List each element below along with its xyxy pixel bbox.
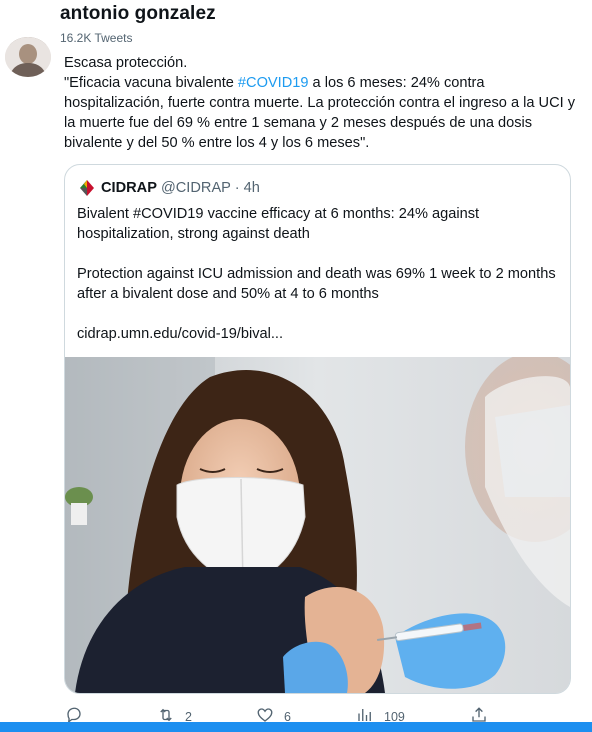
tweet-quote-start: "Eficacia vacuna bivalente: [64, 75, 238, 91]
quoted-tweet-body: Bivalent #COVID19 vaccine efficacy at 6 …: [77, 204, 557, 344]
profile-name[interactable]: antonio gonzalez: [60, 3, 216, 25]
tweet-quote: "Eficacia vacuna bivalente #COVID19 a lo…: [64, 73, 584, 153]
quoted-paragraph-2: Protection against ICU admission and dea…: [77, 266, 556, 302]
vaccination-photo[interactable]: [65, 357, 570, 693]
quoted-author-name[interactable]: CIDRAP: [101, 180, 157, 196]
quoted-author-handle[interactable]: @CIDRAP · 4h: [161, 180, 260, 196]
cidrap-logo-icon: [79, 179, 95, 197]
tweet-count: 16.2K Tweets: [60, 31, 133, 45]
hashtag-link[interactable]: #COVID19: [238, 75, 309, 91]
quoted-tweet-header: CIDRAP @CIDRAP · 4h: [79, 178, 260, 198]
quoted-paragraph-1: Bivalent #COVID19 vaccine efficacy at 6 …: [77, 206, 480, 242]
taskbar-strip: [0, 722, 592, 732]
tweet-page: antonio gonzalez 16.2K Tweets Escasa pro…: [0, 0, 592, 732]
quoted-tweet-card[interactable]: CIDRAP @CIDRAP · 4h Bivalent #COVID19 va…: [64, 164, 571, 694]
avatar[interactable]: [5, 37, 51, 77]
quoted-link[interactable]: cidrap.umn.edu/covid-19/bival...: [77, 324, 557, 344]
tweet-line-1: Escasa protección.: [64, 55, 188, 71]
tweet-text: Escasa protección. "Eficacia vacuna biva…: [64, 53, 584, 153]
